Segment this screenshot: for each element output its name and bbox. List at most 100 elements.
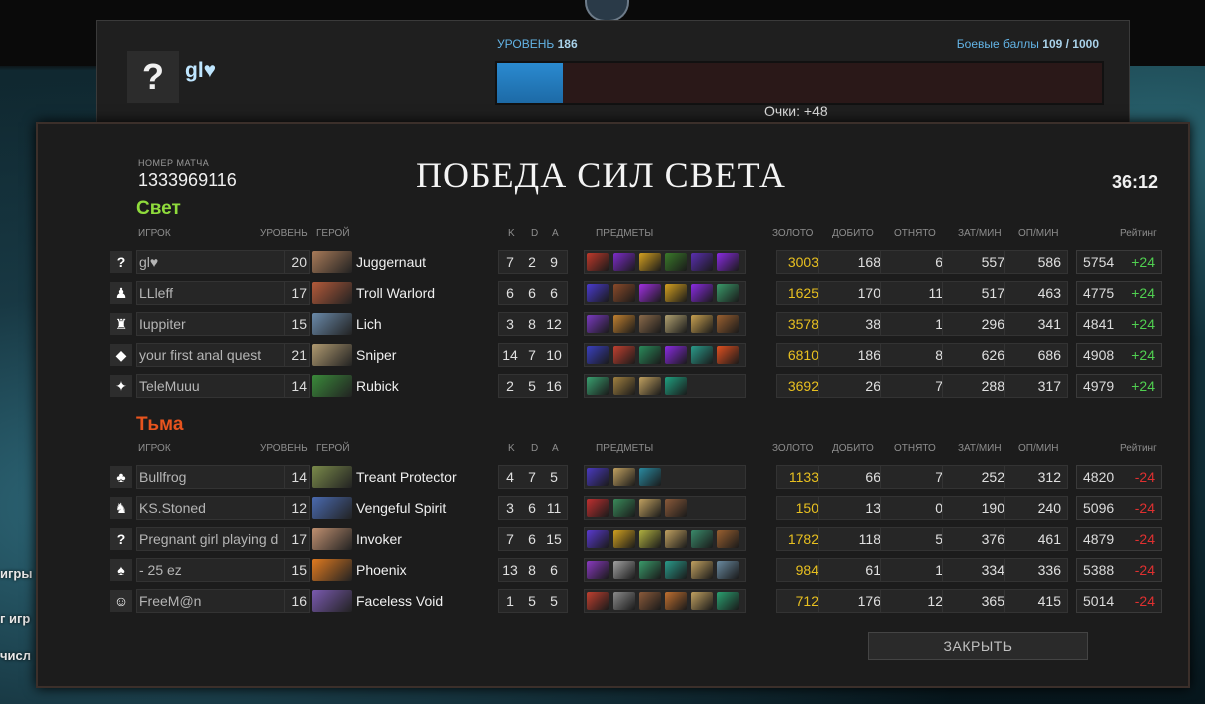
item-icon[interactable] [587, 315, 609, 333]
item-icon[interactable] [587, 499, 609, 517]
item-icon[interactable] [639, 592, 661, 610]
hero-portrait-icon[interactable] [312, 313, 352, 335]
player-name[interactable]: your first anal quest [136, 343, 288, 367]
hero-portrait-icon[interactable] [312, 528, 352, 550]
item-icon[interactable] [587, 284, 609, 302]
denies-value: 0 [880, 496, 950, 520]
item-icon[interactable] [717, 346, 739, 364]
player-row[interactable]: ♠ - 25 ez 15 Phoenix 13 8 6 984 61 1 334 336 5388 -24 [110, 558, 1162, 582]
item-icon[interactable] [717, 530, 739, 548]
item-icon[interactable] [613, 499, 635, 517]
player-name[interactable]: LLleff [136, 281, 288, 305]
item-icon[interactable] [613, 468, 635, 486]
item-icon[interactable] [691, 284, 713, 302]
item-icon[interactable] [613, 592, 635, 610]
item-icon[interactable] [691, 253, 713, 271]
player-row[interactable]: ♟ LLleff 17 Troll Warlord 6 6 6 1625 170 11 517 463… [110, 281, 1162, 305]
player-avatar-icon[interactable]: ? [110, 251, 132, 273]
item-icon[interactable] [587, 530, 609, 548]
hero-portrait-icon[interactable] [312, 344, 352, 366]
player-name[interactable]: KS.Stoned [136, 496, 288, 520]
hero-portrait-icon[interactable] [312, 497, 352, 519]
hero-portrait-icon[interactable] [312, 590, 352, 612]
item-icon[interactable] [691, 530, 713, 548]
item-icon[interactable] [613, 346, 635, 364]
item-icon[interactable] [639, 284, 661, 302]
item-icon[interactable] [665, 377, 687, 395]
player-avatar[interactable]: ? [127, 51, 179, 103]
item-icon[interactable] [717, 592, 739, 610]
item-icon[interactable] [717, 253, 739, 271]
stat-d: 5 [528, 378, 536, 394]
item-icon[interactable] [613, 561, 635, 579]
player-name[interactable]: - 25 ez [136, 558, 288, 582]
item-icon[interactable] [665, 346, 687, 364]
item-icon[interactable] [665, 315, 687, 333]
item-icon[interactable] [587, 561, 609, 579]
item-icon[interactable] [587, 468, 609, 486]
player-row[interactable]: ? gl♥ 20 Juggernaut 7 2 9 3003 168 6 557 586 5754 +24 [110, 250, 1162, 274]
item-icon[interactable] [691, 315, 713, 333]
item-icon[interactable] [613, 530, 635, 548]
item-icon[interactable] [665, 530, 687, 548]
item-icon[interactable] [639, 253, 661, 271]
player-row[interactable]: ◆ your first anal quest 21 Sniper 14 7 10 6810 1… [110, 343, 1162, 367]
item-icon[interactable] [613, 377, 635, 395]
rating-cell: 4908 +24 [1076, 343, 1162, 367]
player-name[interactable]: Pregnant girl playing d [136, 527, 288, 551]
item-icon[interactable] [665, 499, 687, 517]
item-icon[interactable] [639, 377, 661, 395]
item-icon[interactable] [665, 592, 687, 610]
hero-portrait-icon[interactable] [312, 466, 352, 488]
player-name[interactable]: Bullfrog [136, 465, 288, 489]
xpm-value: 334 [942, 558, 1012, 582]
item-icon[interactable] [691, 561, 713, 579]
item-icon[interactable] [717, 315, 739, 333]
dire-header-xpm: ЗАТ/МИН [958, 443, 1002, 454]
player-row[interactable]: ♞ KS.Stoned 12 Vengeful Spirit 3 6 11 150 13 0 190… [110, 496, 1162, 520]
item-icon[interactable] [587, 253, 609, 271]
item-icon[interactable] [639, 315, 661, 333]
player-avatar-icon[interactable]: ☺ [110, 590, 132, 612]
player-avatar-icon[interactable]: ◆ [110, 344, 132, 366]
item-icon[interactable] [691, 346, 713, 364]
item-icon[interactable] [639, 346, 661, 364]
player-avatar-icon[interactable]: ? [110, 528, 132, 550]
item-icon[interactable] [665, 561, 687, 579]
close-button[interactable]: ЗАКРЫТЬ [868, 632, 1088, 660]
item-icon[interactable] [639, 499, 661, 517]
player-row[interactable]: ☺ FreeM@n 16 Faceless Void 1 5 5 712 176 12 365 415… [110, 589, 1162, 613]
item-icon[interactable] [613, 284, 635, 302]
hero-portrait-icon[interactable] [312, 375, 352, 397]
hero-portrait-icon[interactable] [312, 559, 352, 581]
item-icon[interactable] [717, 284, 739, 302]
player-name[interactable]: Iuppiter [136, 312, 288, 336]
player-avatar-icon[interactable]: ✦ [110, 375, 132, 397]
item-icon[interactable] [639, 530, 661, 548]
player-row[interactable]: ✦ TeleMuuu 14 Rubick 2 5 16 3692 26 7 288 317 4979 +2… [110, 374, 1162, 398]
item-icon[interactable] [639, 561, 661, 579]
item-icon[interactable] [717, 561, 739, 579]
hero-portrait-icon[interactable] [312, 282, 352, 304]
item-icon[interactable] [665, 253, 687, 271]
item-icon[interactable] [587, 592, 609, 610]
player-name[interactable]: gl♥ [136, 250, 288, 274]
player-row[interactable]: ? Pregnant girl playing d 17 Invoker 7 6 15 178… [110, 527, 1162, 551]
item-icon[interactable] [665, 284, 687, 302]
player-name[interactable]: TeleMuuu [136, 374, 288, 398]
hero-portrait-icon[interactable] [312, 251, 352, 273]
player-row[interactable]: ♜ Iuppiter 15 Lich 3 8 12 3578 38 1 296 341 4841 +24 [110, 312, 1162, 336]
item-icon[interactable] [587, 377, 609, 395]
player-avatar-icon[interactable]: ♞ [110, 497, 132, 519]
player-avatar-icon[interactable]: ♟ [110, 282, 132, 304]
player-avatar-icon[interactable]: ♜ [110, 313, 132, 335]
item-icon[interactable] [587, 346, 609, 364]
player-row[interactable]: ♣ Bullfrog 14 Treant Protector 4 7 5 1133 66 7 252… [110, 465, 1162, 489]
item-icon[interactable] [613, 315, 635, 333]
item-icon[interactable] [613, 253, 635, 271]
item-icon[interactable] [691, 592, 713, 610]
item-icon[interactable] [639, 468, 661, 486]
player-avatar-icon[interactable]: ♠ [110, 559, 132, 581]
player-name[interactable]: FreeM@n [136, 589, 288, 613]
player-avatar-icon[interactable]: ♣ [110, 466, 132, 488]
